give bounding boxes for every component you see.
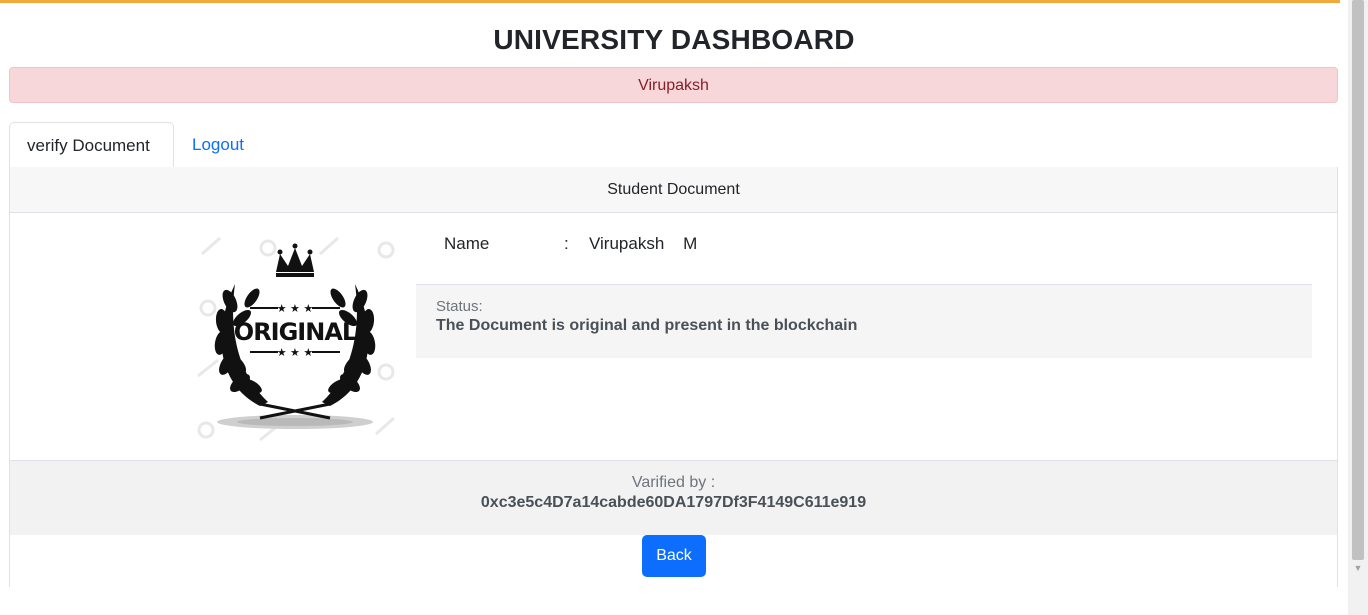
tab-logout[interactable]: Logout bbox=[175, 122, 261, 168]
back-button[interactable]: Back bbox=[642, 535, 706, 577]
svg-text:★ ★ ★: ★ ★ ★ bbox=[277, 302, 314, 315]
alert-username: Virupaksh bbox=[638, 77, 709, 94]
stamp-text: ORIGINAL bbox=[234, 318, 357, 346]
tab-verify-document[interactable]: verify Document bbox=[9, 122, 174, 168]
card-header: Student Document bbox=[10, 167, 1337, 213]
scrollbar-thumb[interactable] bbox=[1352, 0, 1364, 560]
verified-by-address: 0xc3e5c4D7a14cabde60DA1797Df3F4149C611e9… bbox=[480, 494, 867, 511]
svg-text:★ ★ ★: ★ ★ ★ bbox=[277, 346, 314, 359]
scroll-down-arrow-icon[interactable]: ▼ bbox=[1348, 561, 1368, 575]
original-stamp-image: ★ ★ ★ ORIGINAL ★ ★ ★ bbox=[190, 226, 400, 444]
card-footer: Varified by : 0xc3e5c4D7a14cabde60DA1797… bbox=[10, 460, 1337, 535]
vertical-scrollbar[interactable]: ▼ bbox=[1348, 0, 1368, 615]
page-title: UNIVERSITY DASHBOARD bbox=[493, 24, 855, 55]
user-alert: Virupaksh bbox=[9, 67, 1338, 103]
tab-bar: verify Document Logout bbox=[9, 122, 1338, 168]
status-box: Status: The Document is original and pre… bbox=[416, 284, 1312, 358]
name-label: Name bbox=[444, 234, 490, 253]
name-separator: : bbox=[564, 234, 569, 253]
top-accent-stripe bbox=[0, 0, 1340, 3]
name-value: Virupaksh M bbox=[589, 234, 698, 253]
status-label: Status: bbox=[436, 298, 483, 315]
verified-by-label: Varified by : bbox=[631, 474, 716, 491]
name-row: Name: Virupaksh M bbox=[444, 234, 697, 254]
status-text: The Document is original and present in … bbox=[436, 317, 858, 334]
page: UNIVERSITY DASHBOARD Virupaksh verify Do… bbox=[0, 0, 1348, 615]
